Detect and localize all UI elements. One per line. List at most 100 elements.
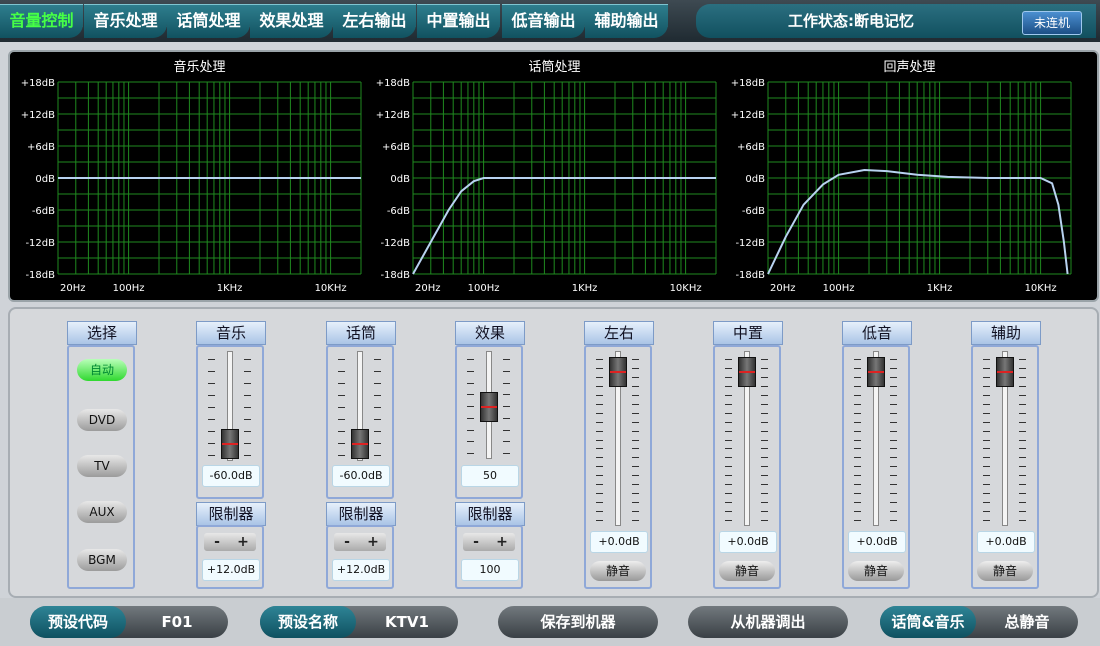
fader-tick — [338, 407, 345, 408]
y-tick-label: +6dB — [737, 142, 765, 153]
fader-knob[interactable] — [609, 357, 627, 387]
fader-tick — [632, 403, 639, 405]
limiter-value: 100 — [461, 559, 519, 581]
fader-tick — [983, 412, 990, 414]
mute-button[interactable]: 静音 — [719, 561, 775, 581]
fader-tick — [596, 493, 603, 495]
fader-knob[interactable] — [480, 392, 498, 422]
fader-tick — [596, 359, 603, 360]
minus-button[interactable]: - — [463, 533, 489, 551]
tab-5[interactable]: 左右输出 — [333, 4, 416, 38]
fader-tick — [374, 371, 381, 372]
fader-tick — [854, 448, 861, 450]
fader-tick — [596, 466, 603, 468]
fader-tick — [1019, 439, 1026, 441]
fader-tick — [1019, 359, 1026, 360]
mixer-panel: 选择 自动 DVD TV AUX BGM 音乐 -60.0dB 限制器 - + +12.0dB 话筒 -6… — [8, 307, 1099, 598]
tab-3[interactable]: 话筒处理 — [167, 4, 250, 38]
fader-tick — [890, 475, 897, 477]
fader-tick — [1019, 466, 1026, 468]
channel-title: 效果 — [455, 321, 525, 345]
fader-tick — [338, 359, 345, 360]
fader-knob[interactable] — [738, 357, 756, 387]
fader-tick — [725, 475, 732, 477]
channel-value: 50 — [461, 465, 519, 487]
tab-6[interactable]: 中置输出 — [417, 4, 500, 38]
plus-button[interactable]: + — [230, 533, 256, 551]
mic-music-button[interactable]: 话筒&音乐 — [880, 606, 976, 638]
fader-tick — [1019, 394, 1026, 396]
mute-button[interactable]: 静音 — [590, 561, 646, 581]
fader-tick — [890, 367, 897, 369]
channel-value: -60.0dB — [332, 465, 390, 487]
preset-name-field[interactable]: 预设名称 KTV1 — [260, 606, 458, 638]
channel-title: 辅助 — [971, 321, 1041, 345]
eq-graph-panel: 音乐处理 +18dB +12dB +6dB 0dB -6dB -12dB -18dB 20Hz 1… — [8, 50, 1099, 302]
fader-tick — [761, 484, 768, 486]
fader-tick — [1019, 520, 1026, 521]
fader-tick — [374, 455, 381, 456]
limiter-stepper: - + — [204, 533, 256, 551]
fader-tick — [983, 385, 990, 387]
fader-tick — [596, 430, 603, 432]
fader-tick — [1019, 430, 1026, 432]
fader-tick — [761, 430, 768, 432]
fader-tick — [725, 367, 732, 369]
fader-tick — [761, 466, 768, 468]
tab-7[interactable]: 低音输出 — [502, 4, 585, 38]
fader-tick — [983, 493, 990, 495]
fader-tick — [761, 385, 768, 387]
tab-1[interactable]: 音量控制 — [0, 4, 83, 38]
fader-tick — [890, 430, 897, 432]
preset-name-value: KTV1 — [385, 613, 429, 631]
all-mute-button[interactable]: 总静音 — [976, 606, 1078, 638]
fader-tick — [503, 429, 510, 431]
source-tv-button[interactable]: TV — [77, 455, 127, 477]
mute-button[interactable]: 静音 — [848, 561, 904, 581]
connect-button[interactable]: 未连机 — [1022, 11, 1082, 35]
y-tick-label: 0dB — [35, 174, 55, 185]
load-from-device-button[interactable]: 从机器调出 — [688, 606, 848, 638]
fader-tick — [761, 421, 768, 423]
fader-tick — [596, 376, 603, 378]
fader-tick — [208, 359, 215, 360]
fader-tick — [725, 394, 732, 396]
fader-tick — [596, 403, 603, 405]
fader-tick — [761, 367, 768, 369]
fader-tick — [596, 484, 603, 486]
plus-button[interactable]: + — [360, 533, 386, 551]
fader-tick — [1019, 484, 1026, 486]
minus-button[interactable]: - — [204, 533, 230, 551]
fader-knob[interactable] — [996, 357, 1014, 387]
x-tick-label: 20Hz — [770, 283, 796, 294]
channel-value: +0.0dB — [590, 531, 648, 553]
fader-tick — [761, 359, 768, 360]
fader-tick — [854, 403, 861, 405]
fader-tick — [596, 385, 603, 387]
x-tick-label: 1KHz — [927, 283, 953, 294]
source-dvd-button[interactable]: DVD — [77, 409, 127, 431]
fader-tick — [338, 371, 345, 372]
fader-tick — [632, 394, 639, 396]
fader-tick — [761, 520, 768, 521]
source-bgm-button[interactable]: BGM — [77, 549, 127, 571]
minus-button[interactable]: - — [334, 533, 360, 551]
fader-tick — [983, 457, 990, 459]
fader-tick — [983, 394, 990, 396]
fader-tick — [1019, 367, 1026, 369]
fader-knob[interactable] — [867, 357, 885, 387]
fader-tick — [632, 484, 639, 486]
mute-button[interactable]: 静音 — [977, 561, 1033, 581]
source-aux-button[interactable]: AUX — [77, 501, 127, 523]
fader-knob[interactable] — [351, 429, 369, 459]
source-自动-button[interactable]: 自动 — [77, 359, 127, 381]
tab-8[interactable]: 辅助输出 — [585, 4, 668, 38]
save-to-device-button[interactable]: 保存到机器 — [498, 606, 658, 638]
fader-tick — [983, 439, 990, 441]
tab-4[interactable]: 效果处理 — [250, 4, 333, 38]
tab-2[interactable]: 音乐处理 — [84, 4, 167, 38]
preset-code-field[interactable]: 预设代码 F01 — [30, 606, 228, 638]
fader-knob[interactable] — [221, 429, 239, 459]
plus-button[interactable]: + — [489, 533, 515, 551]
fader-tick — [208, 419, 215, 420]
